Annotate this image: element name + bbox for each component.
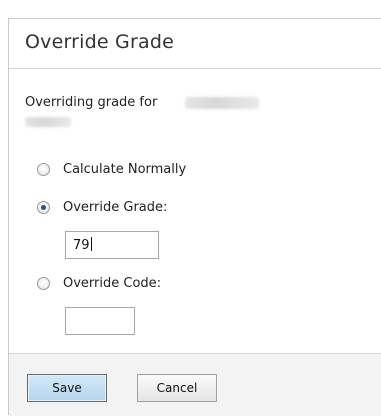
override-grade-input[interactable]: 79 bbox=[65, 231, 159, 259]
cancel-button[interactable]: Cancel bbox=[137, 374, 217, 402]
option-override-grade[interactable]: Override Grade: bbox=[37, 198, 167, 216]
save-button[interactable]: Save bbox=[27, 374, 107, 402]
overriding-grade-text: Overriding grade for bbox=[25, 95, 157, 110]
override-grade-value: 79 bbox=[73, 238, 90, 253]
calculate-normally-radio[interactable] bbox=[37, 162, 50, 176]
intro-text: Overriding grade for bbox=[25, 95, 158, 110]
dialog-footer: Save Cancel bbox=[9, 353, 381, 416]
option-calculate-normally[interactable]: Calculate Normally bbox=[37, 160, 186, 178]
override-grade-dialog: Override Grade Overriding grade for Calc… bbox=[8, 18, 381, 416]
option-override-code[interactable]: Override Code: bbox=[37, 274, 161, 292]
override-code-radio[interactable] bbox=[37, 276, 50, 290]
override-code-input[interactable] bbox=[65, 307, 135, 335]
dialog-title: Override Grade bbox=[25, 31, 174, 53]
calculate-normally-label: Calculate Normally bbox=[63, 161, 187, 177]
dialog-header: Override Grade bbox=[9, 19, 381, 69]
override-grade-radio[interactable] bbox=[37, 200, 50, 214]
text-caret bbox=[90, 237, 92, 251]
override-grade-label: Override Grade: bbox=[63, 199, 168, 215]
redacted-student-name-line2 bbox=[25, 117, 71, 127]
override-code-label: Override Code: bbox=[63, 275, 162, 291]
redacted-student-name bbox=[185, 97, 259, 109]
